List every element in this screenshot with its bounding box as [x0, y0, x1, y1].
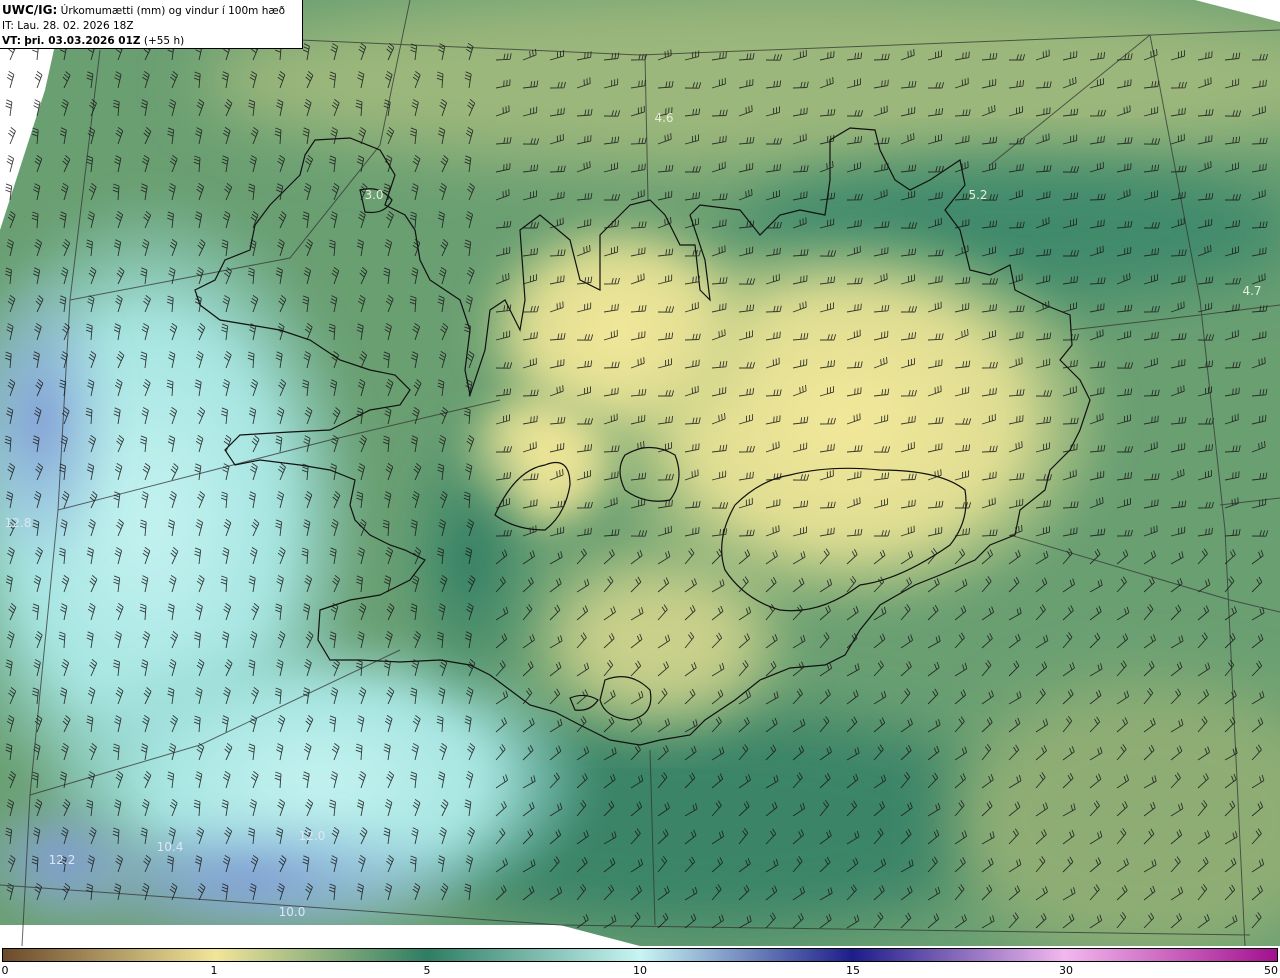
map-canvas[interactable] [0, 0, 1280, 946]
init-time: IT: Lau. 28. 02. 2026 18Z [2, 20, 134, 32]
value-label-ne2: 5.2 [968, 188, 988, 202]
value-label-sw3: 10.4 [156, 840, 184, 854]
colorbar-tick: 1 [210, 964, 218, 977]
precipitation-map[interactable]: 4.6 5.2 4.7 3.0 12.8 12.2 12.0 10.4 10.0… [0, 0, 1280, 946]
product-code: UWC/IG: [2, 3, 58, 17]
value-label-east: 4.7 [1242, 284, 1262, 298]
value-label-sw4: 10.0 [278, 905, 306, 919]
valid-time: þri. 03.03.2026 01Z [24, 35, 141, 47]
value-label-west: 12.8 [4, 516, 32, 530]
value-label-ne: 4.6 [654, 111, 674, 125]
colorbar: 0 1 5 10 15 30 50 [0, 946, 1280, 978]
colorbar-strip [2, 948, 1278, 962]
info-box: UWC/IG: Úrkomumætti (mm) og vindur í 100… [0, 0, 303, 49]
forecast-offset: (+55 h) [143, 35, 185, 47]
colorbar-tick: 10 [633, 964, 647, 977]
colorbar-tick: 0 [1, 964, 9, 977]
colorbar-tick: 15 [846, 964, 860, 977]
valid-time-label: VT: [2, 35, 21, 47]
product-title: Úrkomumætti (mm) og vindur í 100m hæð [60, 5, 286, 17]
value-label-sw2: 12.0 [298, 829, 326, 843]
value-label-sw1: 12.2 [48, 853, 76, 867]
colorbar-tick: 30 [1059, 964, 1073, 977]
colorbar-tick: 5 [423, 964, 431, 977]
colorbar-tick: 50 [1264, 964, 1278, 977]
value-label-nw: 3.0 [364, 188, 384, 202]
